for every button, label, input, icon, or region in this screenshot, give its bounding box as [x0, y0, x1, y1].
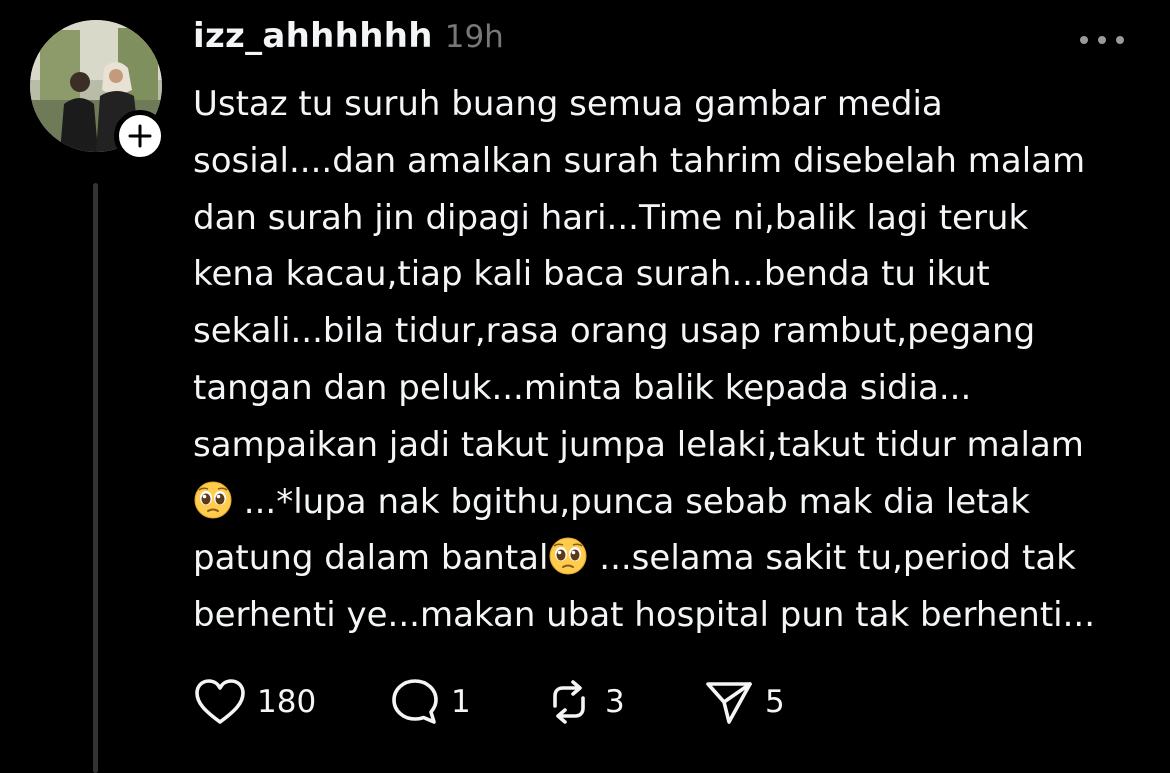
- post-text-segment: patung dalam bantal: [193, 538, 549, 579]
- repost-icon: [553, 680, 585, 724]
- post-text-line: dan surah jin dipagi hari...Time ni,bali…: [193, 197, 1029, 238]
- post-text-line: sekali...bila tidur,rasa orang usap ramb…: [193, 311, 1036, 352]
- post-text-line: Ustaz tu suruh buang semua gambar media: [193, 84, 943, 124]
- like-button[interactable]: 180: [193, 676, 316, 728]
- post-header: izz_ahhhhhh 19h: [193, 16, 504, 56]
- heart-icon: [195, 679, 245, 724]
- post-text-line: ...*lupa nak bgithu,punca sebab mak dia …: [193, 474, 1153, 531]
- reply-count: 1: [451, 684, 471, 720]
- post-text-segment: ...*lupa nak bgithu,punca sebab mak dia …: [233, 481, 1030, 522]
- comment-bubble-icon: [392, 679, 438, 724]
- thread-line: [93, 183, 98, 773]
- plus-icon: [128, 124, 152, 148]
- thread-post: izz_ahhhhhh 19h Ustaz tu suruh buang sem…: [0, 0, 1170, 773]
- post-text-line: kena kacau,tiap kali baca surah...benda …: [193, 254, 990, 295]
- pleading-face-emoji: [549, 537, 587, 575]
- post-text-line: patung dalam bantal ...selama sakit tu,p…: [193, 530, 1153, 587]
- post-text-line: sampaikan jadi takut jumpa lelaki,takut …: [193, 424, 1084, 465]
- reply-button[interactable]: 1: [389, 676, 471, 728]
- post-text-line: tangan dan peluk...minta balik kepada si…: [193, 367, 972, 408]
- repost-count: 3: [605, 684, 625, 720]
- repost-button[interactable]: 3: [543, 676, 625, 728]
- more-button[interactable]: [1080, 30, 1124, 50]
- follow-button[interactable]: [114, 110, 166, 162]
- ellipsis-icon: [1080, 36, 1088, 44]
- post-text-line: sosial....dan amalkan surah tahrim diseb…: [193, 140, 1086, 181]
- post-text-segment: ...selama sakit tu,period tak: [588, 538, 1076, 579]
- post-text-line: berhenti ye...makan ubat hospital pun ta…: [193, 595, 1096, 636]
- send-icon: [706, 682, 752, 724]
- ellipsis-icon: [1098, 36, 1106, 44]
- action-bar: 180 1 3 5: [193, 676, 813, 728]
- pleading-face-emoji: [194, 481, 232, 519]
- timestamp: 19h: [444, 19, 504, 55]
- username[interactable]: izz_ahhhhhh: [193, 16, 433, 56]
- ellipsis-icon: [1116, 36, 1124, 44]
- share-count: 5: [765, 684, 785, 720]
- share-button[interactable]: 5: [703, 676, 785, 728]
- post-body: Ustaz tu suruh buang semua gambar media …: [193, 76, 1153, 644]
- like-count: 180: [257, 684, 317, 720]
